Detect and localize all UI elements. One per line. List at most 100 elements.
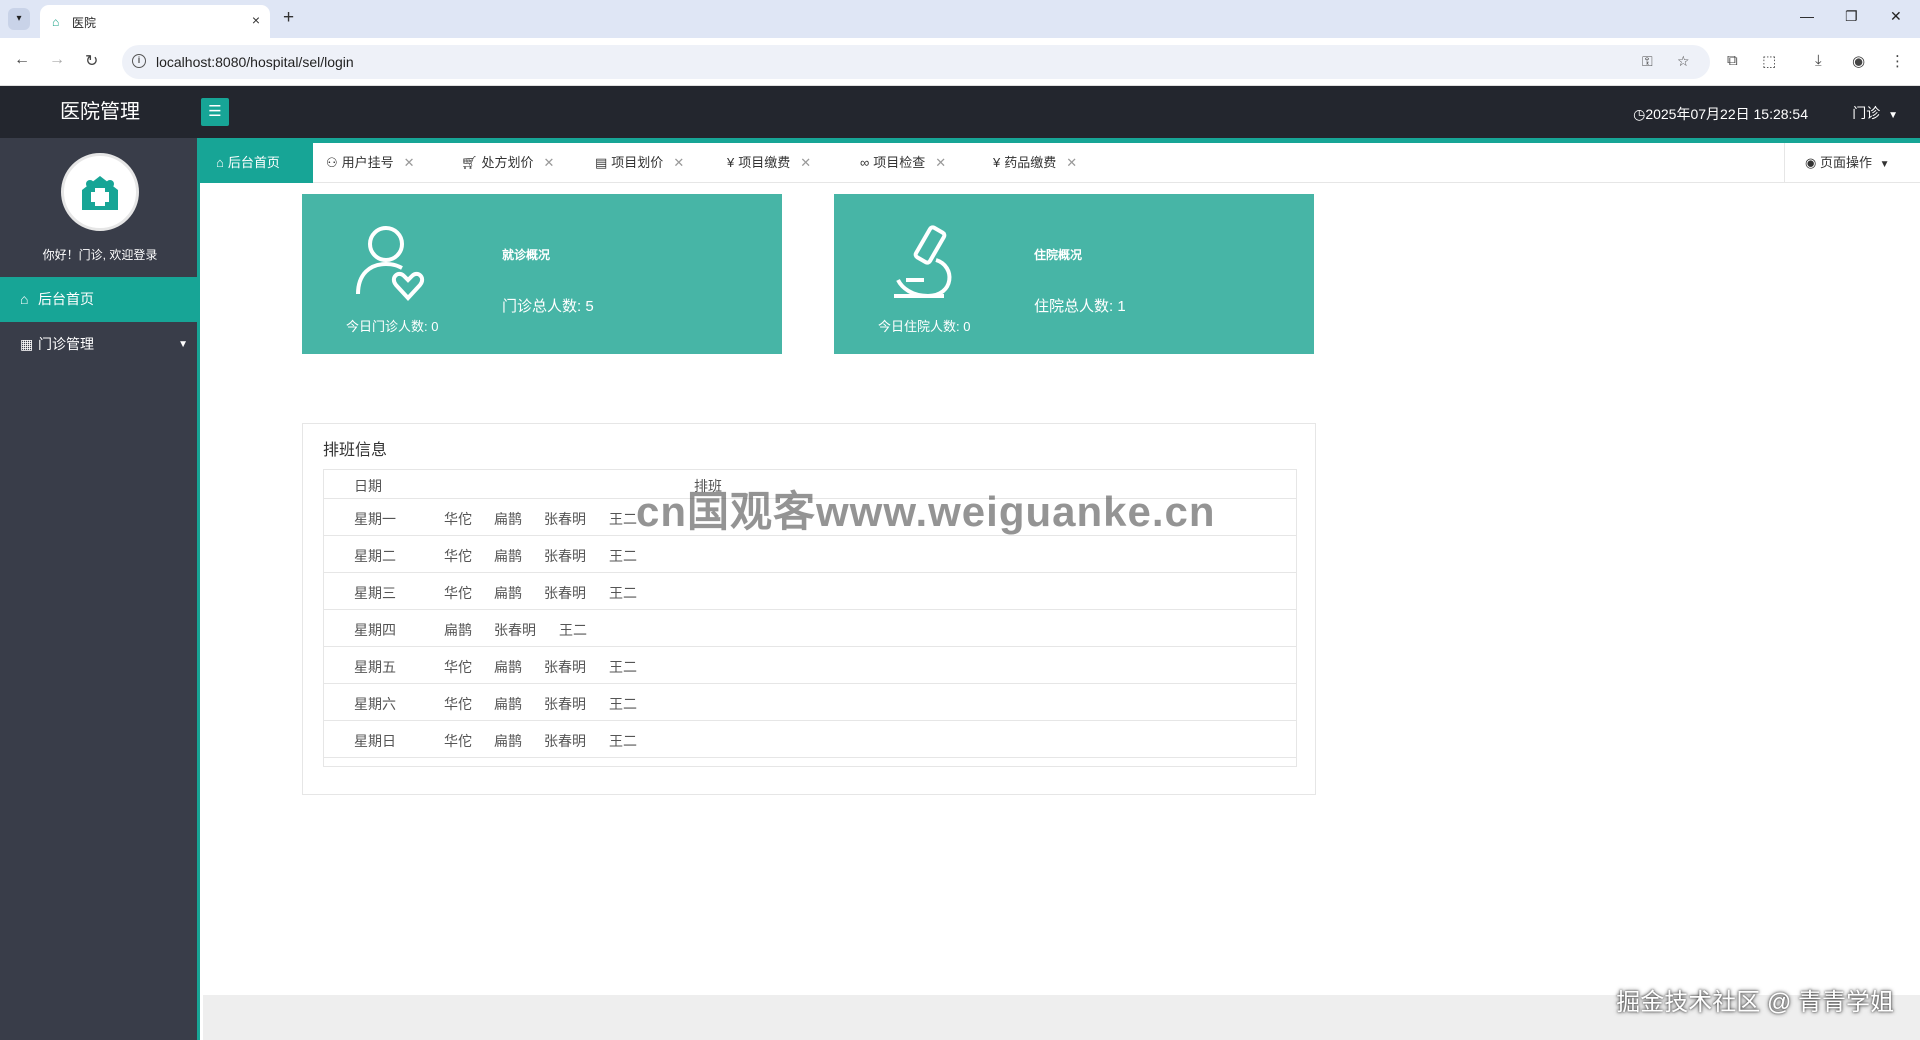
tab-search-button[interactable]: ▾ bbox=[8, 8, 30, 30]
inpatient-overview-card: 今日住院人数: 0 住院概况 住院总人数: 1 bbox=[834, 194, 1314, 354]
table-row: 星期二 华佗 扁鹊 张春明 王二 bbox=[324, 536, 1296, 573]
close-window-icon[interactable]: ✕ bbox=[1890, 8, 1902, 25]
browser-tab[interactable]: ⌂ 医院 × bbox=[40, 5, 270, 38]
doctor-name: 扁鹊 bbox=[494, 548, 522, 564]
tab-home[interactable]: ⌂ 后台首页 bbox=[200, 143, 313, 183]
schedule-day: 星期五 bbox=[354, 659, 396, 675]
doctor-name: 华佗 bbox=[444, 733, 472, 749]
schedule-day: 星期日 bbox=[354, 733, 396, 749]
sidebar-item-label: 门诊管理 bbox=[38, 336, 94, 352]
close-icon[interactable]: ✕ bbox=[800, 155, 811, 170]
doctor-name: 王二 bbox=[609, 733, 637, 749]
schedule-day: 星期三 bbox=[354, 585, 396, 601]
sidebar-item-clinic-management[interactable]: ▦ 门诊管理 ▼ bbox=[0, 322, 200, 367]
doctor-name: 扁鹊 bbox=[494, 659, 522, 675]
site-info-icon[interactable]: i bbox=[132, 54, 146, 68]
close-icon[interactable]: ✕ bbox=[673, 155, 684, 170]
close-icon[interactable]: ✕ bbox=[404, 155, 415, 170]
doctor-name: 张春明 bbox=[544, 733, 586, 749]
bookmark-star-icon[interactable]: ☆ bbox=[1677, 53, 1690, 70]
sidebar: 你好！门诊, 欢迎登录 ⌂ 后台首页 ▦ 门诊管理 ▼ bbox=[0, 138, 200, 1040]
home-icon: ⌂ bbox=[216, 155, 224, 170]
sidebar-item-home[interactable]: ⌂ 后台首页 bbox=[0, 277, 200, 322]
url-input[interactable]: i localhost:8080/hospital/sel/login ⚿ ☆ bbox=[122, 45, 1710, 79]
sidebar-toggle-button[interactable]: ☰ bbox=[201, 98, 229, 126]
tab-item-pricing[interactable]: ▤ 项目划价 ✕ bbox=[595, 143, 684, 183]
extensions-icon[interactable]: ⬚ bbox=[1762, 52, 1776, 70]
schedule-day: 星期二 bbox=[354, 548, 396, 564]
yen-icon: ¥ bbox=[993, 155, 1001, 170]
browser-menu-icon[interactable]: ⋮ bbox=[1890, 52, 1905, 70]
doctor-name: 王二 bbox=[609, 548, 637, 564]
link-icon: ∞ bbox=[860, 155, 870, 170]
doctor-name: 华佗 bbox=[444, 548, 472, 564]
close-tab-icon[interactable]: × bbox=[252, 12, 260, 28]
doctor-name: 张春明 bbox=[544, 696, 586, 712]
watermark: cn国观客www.weiguanke.cn bbox=[636, 488, 1216, 535]
doctor-name: 王二 bbox=[609, 511, 637, 527]
new-tab-button[interactable]: + bbox=[283, 7, 294, 29]
browser-tabstrip: ▾ ⌂ 医院 × + — ❐ ✕ bbox=[0, 0, 1920, 38]
welcome-text: 你好！门诊, 欢迎登录 bbox=[42, 248, 158, 262]
doctor-name: 华佗 bbox=[444, 511, 472, 527]
tab-item-inspection[interactable]: ∞ 项目检查 ✕ bbox=[860, 143, 946, 183]
address-bar: ← → ↻ i localhost:8080/hospital/sel/logi… bbox=[0, 38, 1920, 86]
favicon-icon: ⌂ bbox=[52, 15, 60, 29]
minimize-icon[interactable]: — bbox=[1800, 8, 1814, 24]
sidebar-item-label: 后台首页 bbox=[38, 291, 94, 307]
app-header: 医院管理 ☰ ◷2025年07月22日 15:28:54 门诊 ▼ bbox=[0, 86, 1920, 138]
inpatient-card-title: 住院概况 bbox=[1034, 248, 1083, 262]
doctor-name: 扁鹊 bbox=[494, 696, 522, 712]
user-menu[interactable]: 门诊 ▼ bbox=[1852, 103, 1898, 123]
user-heart-icon bbox=[352, 222, 432, 302]
user-icon: ⚇ bbox=[326, 155, 338, 170]
doctor-name: 扁鹊 bbox=[494, 511, 522, 527]
yen-icon: ¥ bbox=[727, 155, 735, 170]
tab-label: 项目划价 bbox=[611, 155, 664, 170]
tab-item-payment[interactable]: ¥ 项目缴费 ✕ bbox=[727, 143, 811, 183]
doctor-name: 华佗 bbox=[444, 585, 472, 601]
password-key-icon[interactable]: ⚿ bbox=[1642, 53, 1653, 70]
tab-medicine-payment[interactable]: ¥ 药品缴费 ✕ bbox=[993, 143, 1077, 183]
home-icon: ⌂ bbox=[20, 291, 29, 307]
forward-icon[interactable]: → bbox=[49, 51, 65, 69]
caret-down-icon: ▼ bbox=[1879, 159, 1890, 170]
clinic-card-title: 就诊概况 bbox=[502, 248, 551, 262]
tab-prescription-pricing[interactable]: 🛒︎ 处方划价 ✕ bbox=[461, 143, 554, 183]
close-icon[interactable]: ✕ bbox=[1066, 155, 1077, 170]
doctor-name: 华佗 bbox=[444, 659, 472, 675]
clock-icon: ◷ bbox=[1633, 106, 1646, 122]
current-datetime: ◷2025年07月22日 15:28:54 bbox=[1633, 106, 1808, 122]
restore-icon[interactable]: ❐ bbox=[1845, 8, 1858, 25]
credit-overlay: 掘金技术社区 @ 青青学姐 bbox=[1616, 989, 1894, 1016]
column-header-date: 日期 bbox=[354, 478, 382, 494]
doctor-name: 扁鹊 bbox=[444, 622, 472, 638]
reload-icon[interactable]: ↻ bbox=[85, 51, 98, 71]
today-inpatient-count: 今日住院人数: 0 bbox=[878, 319, 971, 334]
page-operations-label: 页面操作 bbox=[1819, 155, 1872, 170]
tab-label: 项目缴费 bbox=[738, 155, 791, 170]
screenshot-icon[interactable]: ⧉ bbox=[1727, 52, 1738, 69]
tab-label: 用户挂号 bbox=[341, 155, 394, 170]
doctor-name: 扁鹊 bbox=[494, 585, 522, 601]
back-icon[interactable]: ← bbox=[14, 51, 30, 69]
download-icon[interactable]: ⤓ bbox=[1815, 52, 1822, 69]
schedule-title: 排班信息 bbox=[323, 442, 388, 459]
table-row: 星期五 华佗 扁鹊 张春明 王二 bbox=[324, 647, 1296, 684]
profile-icon[interactable]: ◉ bbox=[1852, 52, 1865, 70]
microscope-icon bbox=[884, 222, 964, 302]
doctor-name: 张春明 bbox=[494, 622, 536, 638]
tab-user-registration[interactable]: ⚇ 用户挂号 ✕ bbox=[326, 143, 415, 183]
doctor-name: 华佗 bbox=[444, 696, 472, 712]
today-clinic-count: 今日门诊人数: 0 bbox=[346, 319, 439, 334]
page-operations-menu[interactable]: ◉ 页面操作 ▼ bbox=[1784, 143, 1920, 183]
doctor-name: 扁鹊 bbox=[494, 733, 522, 749]
table-row: 星期六 华佗 扁鹊 张春明 王二 bbox=[324, 684, 1296, 721]
table-row: 星期三 华佗 扁鹊 张春明 王二 bbox=[324, 573, 1296, 610]
tab-label: 药品缴费 bbox=[1004, 155, 1057, 170]
doctor-name: 王二 bbox=[609, 659, 637, 675]
close-icon[interactable]: ✕ bbox=[935, 155, 946, 170]
schedule-day: 星期四 bbox=[354, 622, 396, 638]
doctor-name: 张春明 bbox=[544, 585, 586, 601]
close-icon[interactable]: ✕ bbox=[544, 155, 555, 170]
